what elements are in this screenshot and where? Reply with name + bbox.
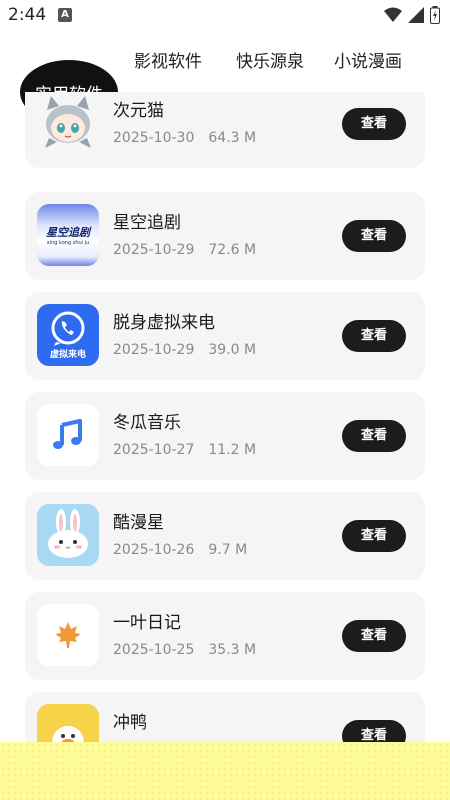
app-size: 11.2 M	[208, 442, 257, 458]
view-button[interactable]: 查看	[342, 620, 406, 652]
app-date: 2025-10-26	[113, 542, 195, 558]
app-date: 2025-10-30	[113, 130, 195, 146]
list-item[interactable]: 星空追剧 xing kong zhui ju 星空追剧 2025-10-29 72…	[25, 192, 425, 280]
app-size: 35.3 M	[208, 642, 257, 658]
tab-novel-comic[interactable]: 小说漫画	[334, 46, 402, 78]
app-name: 酷漫星	[113, 513, 164, 533]
app-date: 2025-10-25	[113, 642, 195, 658]
icon-logo-text: 星空追剧	[46, 226, 90, 239]
wifi-icon	[384, 7, 402, 22]
app-size: 72.6 M	[208, 242, 257, 258]
view-button[interactable]: 查看	[342, 520, 406, 552]
battery-icon	[430, 6, 440, 24]
app-name: 冬瓜音乐	[113, 413, 181, 433]
tab-video[interactable]: 影视软件	[134, 46, 202, 78]
app-size: 64.3 M	[208, 130, 257, 146]
app-meta: 2025-10-26 9.7 M	[113, 542, 247, 558]
app-name: 冲鸭	[113, 713, 147, 733]
app-meta: 2025-10-25 35.3 M	[113, 642, 256, 658]
bottom-banner	[0, 742, 450, 800]
category-tabs: 实用软件 影视软件 快乐源泉 小说漫画	[0, 32, 450, 124]
status-time: 2:44	[8, 5, 47, 25]
list-item[interactable]: 冬瓜音乐 2025-10-27 11.2 M 查看	[25, 392, 425, 480]
view-button[interactable]: 查看	[342, 320, 406, 352]
view-button[interactable]: 查看	[342, 108, 406, 140]
signal-icon	[408, 7, 424, 23]
tab-fun[interactable]: 快乐源泉	[236, 46, 304, 78]
app-date: 2025-10-27	[113, 442, 195, 458]
app-meta: 2025-10-30 64.3 M	[113, 130, 256, 146]
music-note-icon	[37, 404, 99, 466]
app-date: 2025-10-29	[113, 242, 195, 258]
view-button[interactable]: 查看	[342, 420, 406, 452]
app-meta: 2025-10-27 11.2 M	[113, 442, 256, 458]
star-sky-drama-icon: 星空追剧 xing kong zhui ju	[37, 204, 99, 266]
icon-logo-text: 虚拟来电	[49, 350, 86, 360]
app-meta: 2025-10-29 39.0 M	[113, 342, 256, 358]
app-size: 9.7 M	[208, 542, 248, 558]
maple-leaf-icon	[37, 604, 99, 666]
list-item[interactable]: 酷漫星 2025-10-26 9.7 M 查看	[25, 492, 425, 580]
app-name: 一叶日记	[113, 613, 181, 633]
phone-call-icon: 虚拟来电	[37, 304, 99, 366]
app-list: 次元猫 2025-10-30 64.3 M 查看 星空追剧 xing kong z…	[0, 92, 450, 800]
app-meta: 2025-10-29 72.6 M	[113, 242, 256, 258]
view-button[interactable]: 查看	[342, 220, 406, 252]
app-name: 星空追剧	[113, 213, 181, 233]
list-item[interactable]: 次元猫 2025-10-30 64.3 M 查看	[25, 92, 425, 168]
icon-logo-subtext: xing kong zhui ju	[46, 240, 90, 246]
app-size: 39.0 M	[208, 342, 257, 358]
notification-icon: A	[58, 8, 72, 22]
anime-cat-icon	[37, 92, 99, 154]
app-date: 2025-10-29	[113, 342, 195, 358]
status-icons	[384, 6, 440, 24]
status-bar: 2:44 A	[0, 0, 450, 32]
list-item[interactable]: 一叶日记 2025-10-25 35.3 M 查看	[25, 592, 425, 680]
app-name: 次元猫	[113, 101, 164, 121]
list-item[interactable]: 虚拟来电 脱身虚拟来电 2025-10-29 39.0 M 查看	[25, 292, 425, 380]
app-name: 脱身虚拟来电	[113, 313, 215, 333]
bunny-icon	[37, 504, 99, 566]
